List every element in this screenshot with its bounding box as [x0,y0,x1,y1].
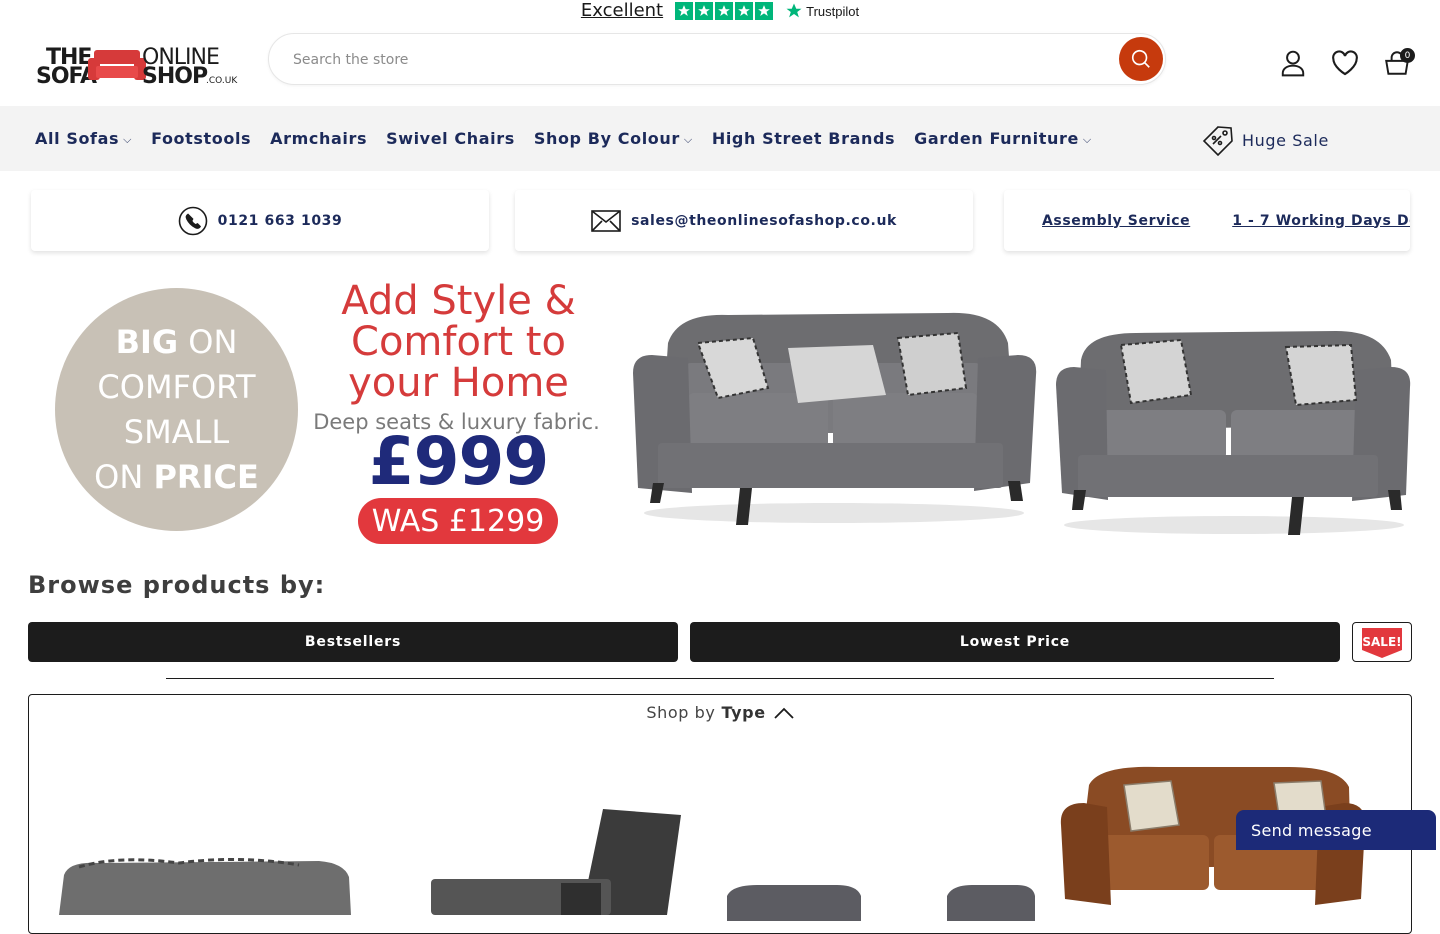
browse-title: Browse products by: [28,571,326,599]
search-bar [268,33,1166,85]
delivery-info-link[interactable]: 1 - 7 Working Days Delivery [1232,213,1410,229]
sofa-logo-icon [88,50,146,80]
email-card[interactable]: sales@theonlinesofashop.co.uk [515,190,973,251]
header-actions: 0 [1278,48,1415,78]
promo-was-price: WAS £1299 [358,498,558,544]
shop-by-type-panel: Shop by Type [28,694,1412,934]
send-message-button[interactable]: Send message [1236,810,1436,850]
trustpilot-logo: Trustpilot [785,2,859,20]
main-nav: All Sofas ⌵ Footstools Armchairs Swivel C… [0,106,1440,171]
phone-card[interactable]: 0121 663 1039 [31,190,489,251]
search-input[interactable] [293,48,1093,72]
chevron-up-icon [774,707,794,719]
star-icon [735,2,754,20]
account-button[interactable] [1278,48,1308,78]
product-image-armchairs[interactable] [727,881,1037,921]
heart-icon [1332,50,1358,76]
trustpilot-star-icon [786,3,802,18]
chevron-down-icon: ⌵ [1082,132,1092,146]
logo-text-sofa: SOFA [36,64,97,88]
logo-text-suffix: .CO.UK [206,76,238,86]
nav-item-huge-sale[interactable]: Huge Sale [1202,124,1329,156]
nav-item-armchairs[interactable]: Armchairs [270,129,367,148]
sofa-image-large [633,312,1037,525]
section-divider [166,678,1274,679]
user-icon [1281,50,1305,77]
star-icon [675,2,694,20]
phone-icon [178,206,207,235]
wishlist-button[interactable] [1330,48,1360,78]
mail-icon [591,209,621,232]
site-logo[interactable]: THE SOFA ONLINE SHOP .CO.UK [36,42,240,89]
chevron-down-icon: ⌵ [123,132,133,146]
promo-price: £999 [368,423,550,500]
trustpilot-rating[interactable]: Excellent [581,1,663,21]
sofa-image-small [1056,331,1411,535]
shop-by-type-toggle[interactable]: Shop by Type [29,703,1411,722]
svg-text:SALE!: SALE! [1362,635,1401,649]
bestsellers-button[interactable]: Bestsellers [28,622,678,662]
trustpilot-bar[interactable]: Excellent Trustpilot [0,0,1440,22]
star-icon [755,2,774,20]
nav-item-footstools[interactable]: Footstools [151,129,251,148]
sale-button[interactable]: SALE! [1352,622,1412,662]
services-card: Assembly Service 1 - 7 Working Days Deli… [1004,190,1410,251]
star-icon [715,2,734,20]
logo-text-shop: SHOP [142,64,208,88]
email-address: sales@theonlinesofashop.co.uk [631,212,897,229]
sale-tag-icon [1202,126,1233,156]
promo-banner[interactable]: BIG ON COMFORT SMALL ON PRICE Add Style … [28,273,1412,553]
chevron-down-icon: ⌵ [683,132,693,146]
phone-number: 0121 663 1039 [217,212,343,229]
nav-item-garden-furniture[interactable]: Garden Furniture ⌵ [914,129,1092,148]
nav-item-swivel-chairs[interactable]: Swivel Chairs [386,129,515,148]
search-icon [1131,49,1150,68]
nav-item-high-street-brands[interactable]: High Street Brands [712,129,895,148]
promo-headline: Add Style & Comfort to your Home [341,278,576,406]
sale-badge-icon: SALE! [1362,628,1402,658]
product-image-corner-sofa[interactable] [59,855,351,915]
product-image-sofa-bed[interactable] [431,805,687,915]
assembly-service-link[interactable]: Assembly Service [1042,213,1190,229]
nav-item-shop-by-colour[interactable]: Shop By Colour ⌵ [534,129,693,148]
cart-count-badge: 0 [1400,48,1415,63]
search-button[interactable] [1119,37,1163,81]
nav-item-all-sofas[interactable]: All Sofas ⌵ [35,129,132,148]
cart-button[interactable]: 0 [1382,48,1415,78]
promo-circle: BIG ON COMFORT SMALL ON PRICE [55,288,298,531]
lowest-price-button[interactable]: Lowest Price [690,622,1340,662]
trustpilot-stars [675,2,774,20]
star-icon [695,2,714,20]
